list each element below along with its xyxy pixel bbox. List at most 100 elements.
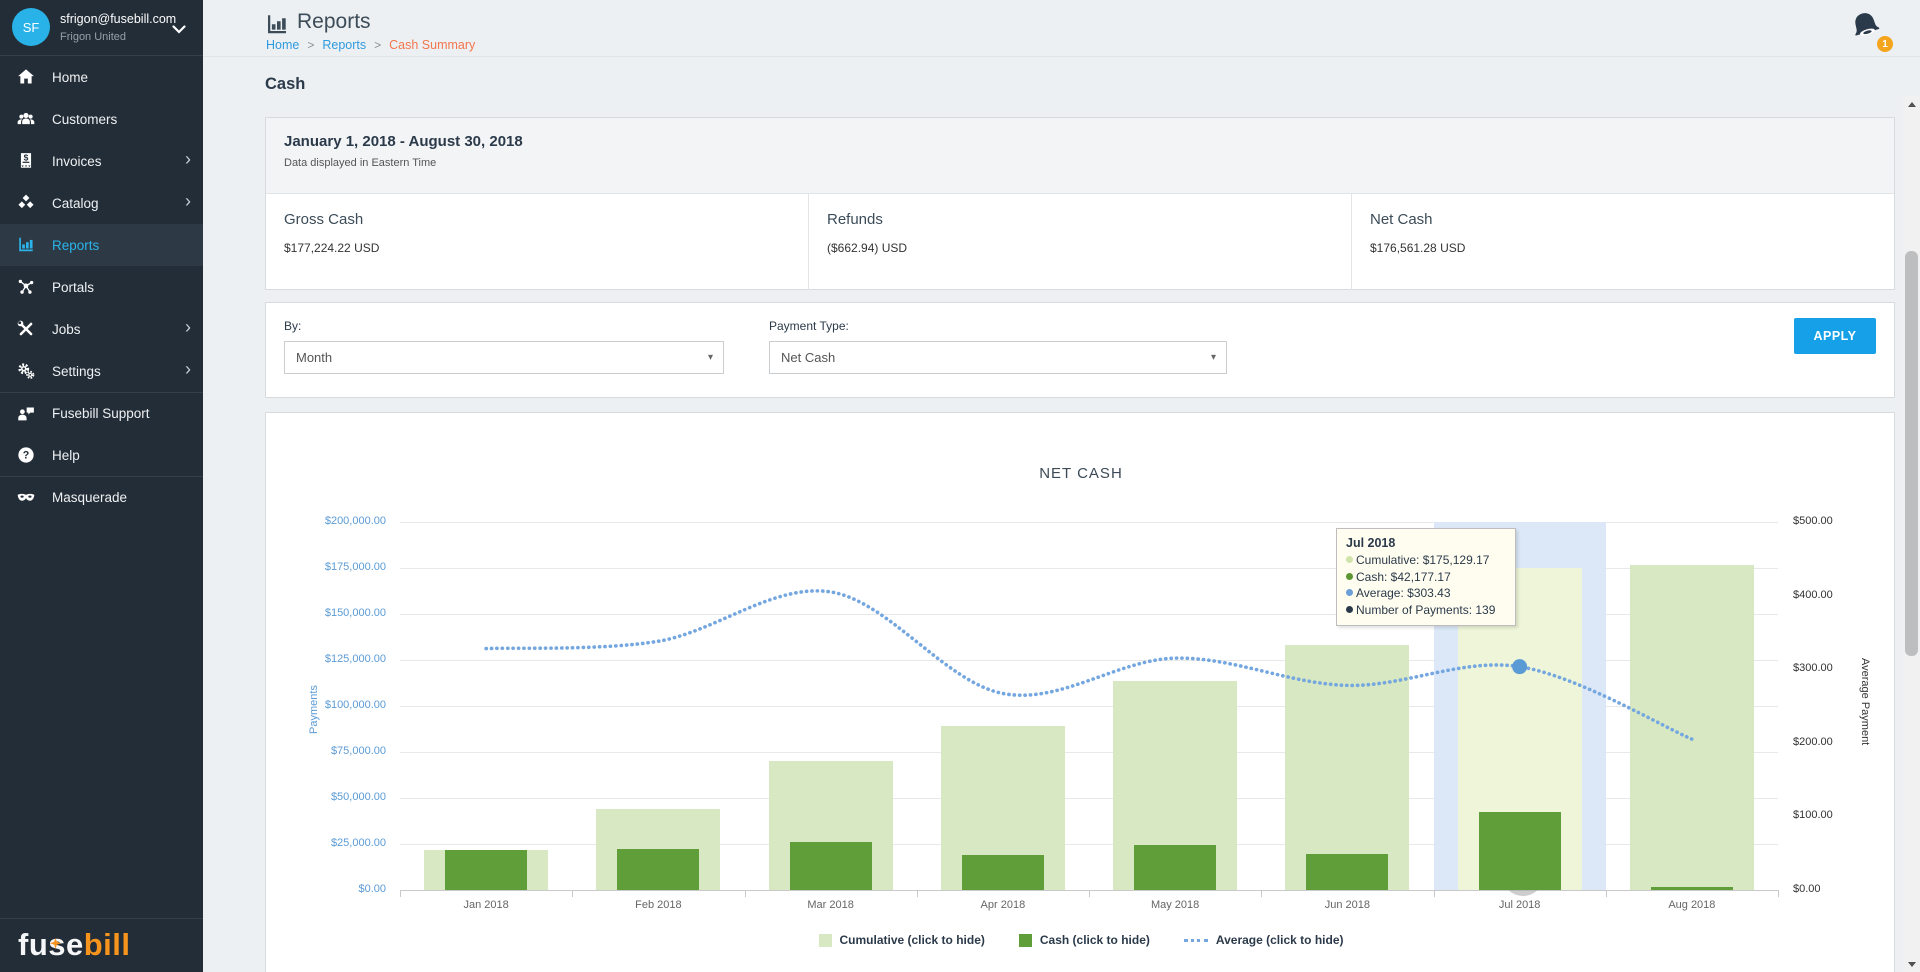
avatar: SF <box>12 8 50 46</box>
cash-bar[interactable] <box>617 848 700 890</box>
reports-icon <box>17 236 35 254</box>
x-axis-tick <box>1778 890 1779 897</box>
settings-icon <box>17 362 35 380</box>
cash-bar[interactable] <box>789 842 872 890</box>
sidebar-item-reports[interactable]: Reports <box>0 224 203 266</box>
sidebar-item-customers[interactable]: Customers <box>0 98 203 140</box>
y-axis-tick-right: $500.00 <box>1793 515 1833 527</box>
legend-line-swatch <box>1183 938 1208 942</box>
legend-item[interactable]: Cash (click to hide) <box>1018 933 1150 947</box>
cash-bar[interactable] <box>961 855 1044 890</box>
sidebar-item-invoices[interactable]: $ Invoices › <box>0 140 203 182</box>
by-select-value: Month <box>296 350 333 365</box>
tooltip-row: Cash: $42,177.17 <box>1346 569 1506 586</box>
x-axis-tick <box>1089 890 1090 897</box>
breadcrumb-home[interactable]: Home <box>266 38 299 52</box>
chart-tooltip: Jul 2018 Cumulative: $175,129.17 Cash: $4… <box>1336 528 1516 627</box>
y-axis-tick-left: $125,000.00 <box>324 653 386 665</box>
x-axis-label: Aug 2018 <box>1668 899 1716 911</box>
support-icon <box>17 405 35 423</box>
y-axis-tick-left: $100,000.00 <box>324 699 386 711</box>
x-axis-tick <box>1261 890 1263 897</box>
x-axis-label: Jun 2018 <box>1324 899 1370 911</box>
y-axis-tick-left: $0.00 <box>358 883 386 895</box>
tooltip-title: Jul 2018 <box>1346 536 1396 550</box>
y-axis-tick-left: $25,000.00 <box>330 837 386 849</box>
sidebar-nav: Home Customers $ Invoices › Catalog › Reports Po… <box>0 56 203 518</box>
sidebar: SF sfrigon@fusebill.com Frigon United Ho… <box>0 0 203 972</box>
sidebar-item-fusebill-support[interactable]: Fusebill Support <box>0 392 203 434</box>
cash-bar[interactable] <box>1478 812 1561 890</box>
timezone-note: Data displayed in Eastern Time <box>284 157 437 169</box>
chevron-right-icon: › <box>185 317 191 337</box>
sidebar-item-label: Settings <box>52 363 101 379</box>
series-dot-icon <box>1346 589 1353 597</box>
x-axis-label: May 2018 <box>1150 899 1200 911</box>
x-axis-tick <box>916 890 918 897</box>
masquerade-icon <box>17 489 35 507</box>
x-axis-label: Mar 2018 <box>807 899 854 911</box>
notifications-bell-icon[interactable]: 1 <box>1845 8 1895 54</box>
cash-bar[interactable] <box>1650 887 1733 890</box>
stat-value: $177,224.22 USD <box>284 241 380 255</box>
chart-legend: Cumulative (click to hide) Cash (click to… <box>266 933 1896 947</box>
user-email: sfrigon@fusebill.com <box>60 12 177 26</box>
cash-bar[interactable] <box>1306 854 1389 890</box>
sidebar-item-settings[interactable]: Settings › <box>0 350 203 392</box>
select-caret-icon: ▾ <box>707 352 713 363</box>
breadcrumb-reports[interactable]: Reports <box>322 38 366 52</box>
user-menu[interactable]: SF sfrigon@fusebill.com Frigon United <box>0 0 203 56</box>
invoices-icon: $ <box>17 152 35 170</box>
sidebar-item-label: Catalog <box>52 195 99 211</box>
stat-value: ($662.94) USD <box>827 241 908 255</box>
payment-type-select[interactable]: Net Cash ▾ <box>769 341 1227 374</box>
legend-item[interactable]: Average (click to hide) <box>1183 933 1343 947</box>
y-axis-tick-right: $200.00 <box>1793 735 1833 748</box>
apply-button[interactable]: APPLY <box>1794 318 1876 354</box>
sidebar-item-label: Invoices <box>52 153 102 169</box>
stat-gross-cash: Gross Cash $177,224.22 USD <box>266 194 808 290</box>
sidebar-item-label: Customers <box>52 111 118 127</box>
by-label: By: <box>284 319 302 333</box>
cumulative-bar[interactable] <box>1629 565 1754 890</box>
stat-label: Net Cash <box>1370 211 1433 228</box>
sidebar-item-jobs[interactable]: Jobs › <box>0 308 203 350</box>
y-axis-tick-right: $400.00 <box>1793 588 1833 601</box>
x-axis-label: Apr 2018 <box>980 899 1026 911</box>
tooltip-rows: Cumulative: $175,129.17 Cash: $42,177.17 A… <box>1346 552 1506 618</box>
x-axis-tick <box>400 890 401 897</box>
scroll-up-arrow[interactable] <box>1903 96 1920 112</box>
sidebar-item-portals[interactable]: Portals <box>0 266 203 308</box>
y-axis-tick-left: $50,000.00 <box>330 791 386 803</box>
series-dot-icon <box>1346 556 1353 564</box>
cash-bar[interactable] <box>445 850 528 890</box>
scroll-down-arrow[interactable] <box>1903 956 1920 972</box>
sidebar-item-help[interactable]: ? Help <box>0 434 203 476</box>
chevron-down-icon[interactable] <box>172 21 186 39</box>
chart-title: NET CASH <box>1039 465 1123 482</box>
summary-panel: January 1, 2018 - August 30, 2018 Data d… <box>265 117 1895 290</box>
fusebill-logo: fusebill <box>0 918 203 972</box>
customers-icon <box>17 110 35 128</box>
cash-bar[interactable] <box>1134 844 1217 890</box>
by-select[interactable]: Month ▾ <box>284 341 724 374</box>
legend-item[interactable]: Cumulative (click to hide) <box>818 933 985 947</box>
x-axis-tick <box>1433 890 1435 897</box>
main-content: Reports Home > Reports > Cash Summary 1 Cash… <box>203 0 1920 972</box>
sidebar-item-catalog[interactable]: Catalog › <box>0 182 203 224</box>
y-axis-tick-left: $200,000.00 <box>324 515 386 527</box>
x-axis-tick <box>1605 890 1607 897</box>
breadcrumb: Home > Reports > Cash Summary <box>266 38 475 52</box>
svg-text:$: $ <box>24 153 29 163</box>
sidebar-item-masquerade[interactable]: Masquerade <box>0 476 203 518</box>
date-range: January 1, 2018 - August 30, 2018 <box>284 133 523 150</box>
scroll-thumb[interactable] <box>1905 251 1918 656</box>
y-axis-tick-right: $100.00 <box>1793 809 1833 822</box>
legend-swatch <box>1018 933 1032 947</box>
sidebar-item-label: Masquerade <box>52 490 128 505</box>
page-title: Cash <box>265 75 306 93</box>
payment-type-select-value: Net Cash <box>781 350 836 365</box>
right-axis-title: Average Payment <box>1859 658 1871 746</box>
vertical-scrollbar[interactable] <box>1903 96 1920 972</box>
sidebar-item-home[interactable]: Home <box>0 56 203 98</box>
